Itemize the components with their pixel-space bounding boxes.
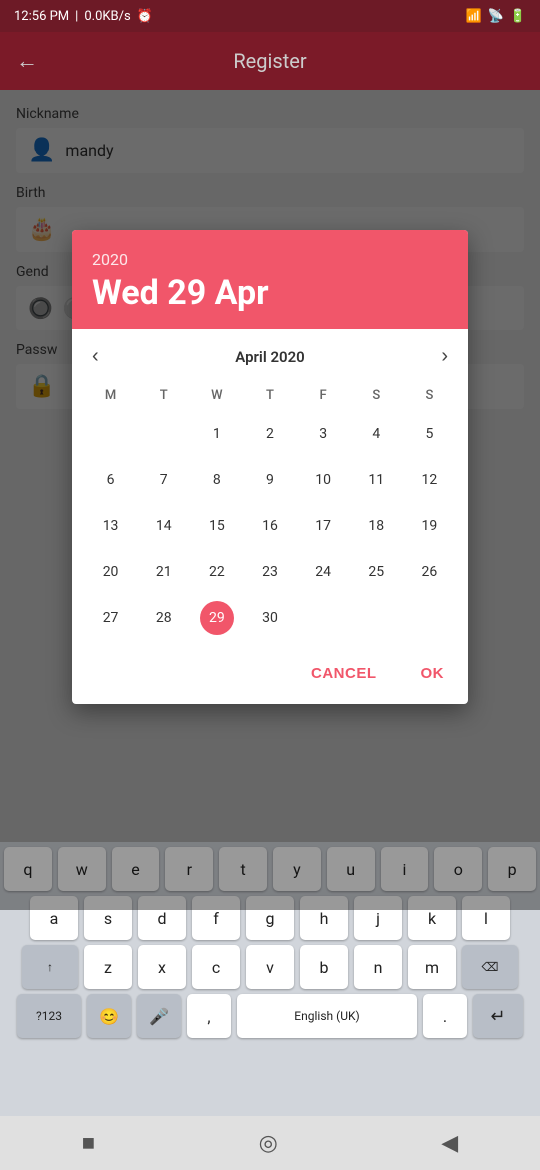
- month-year-label: April 2020: [235, 348, 304, 366]
- calendar-day[interactable]: 30: [243, 595, 296, 641]
- nav-bar: ■ ◎ ◀: [0, 1116, 540, 1170]
- calendar-body: ‹ April 2020 › MTWTFSS 12345678910111213…: [72, 329, 468, 649]
- wifi-icon: 📡: [488, 9, 504, 24]
- calendar-day[interactable]: 20: [84, 549, 137, 595]
- calendar-nav: ‹ April 2020 ›: [84, 341, 456, 372]
- day-header: F: [297, 384, 350, 411]
- key-mic[interactable]: 🎤: [137, 994, 181, 1038]
- day-header: T: [243, 384, 296, 411]
- calendar-day[interactable]: 26: [403, 549, 456, 595]
- cancel-button[interactable]: CANCEL: [299, 657, 389, 690]
- status-bar: 12:56 PM | 0.0KB/s ⏰ 📶 📡 🔋: [0, 0, 540, 32]
- key-m[interactable]: m: [408, 945, 456, 989]
- calendar-day[interactable]: 17: [297, 503, 350, 549]
- signal-icon: 📶: [465, 9, 481, 24]
- prev-month-button[interactable]: ‹: [84, 341, 107, 372]
- day-header: S: [350, 384, 403, 411]
- battery-icon: 🔋: [510, 9, 526, 24]
- calendar-day[interactable]: 21: [137, 549, 190, 595]
- calendar-day[interactable]: 3: [297, 411, 350, 457]
- calendar-day: [350, 595, 403, 641]
- calendar-day[interactable]: 22: [190, 549, 243, 595]
- key-period[interactable]: .: [423, 994, 467, 1038]
- calendar-day[interactable]: 28: [137, 595, 190, 641]
- calendar-day[interactable]: 23: [243, 549, 296, 595]
- key-shift[interactable]: ↑: [22, 945, 78, 989]
- calendar-day[interactable]: 12: [403, 457, 456, 503]
- calendar-year: 2020: [92, 250, 448, 269]
- calendar-day[interactable]: 25: [350, 549, 403, 595]
- calendar-day[interactable]: 7: [137, 457, 190, 503]
- calendar-day[interactable]: 19: [403, 503, 456, 549]
- calendar-day[interactable]: 24: [297, 549, 350, 595]
- keyboard-row-4: ?123 😊 🎤 , English (UK) . ↵: [0, 989, 540, 1038]
- network-speed: 0.0KB/s: [84, 9, 130, 24]
- calendar-day[interactable]: 1: [190, 411, 243, 457]
- status-left: 12:56 PM | 0.0KB/s ⏰: [14, 9, 153, 24]
- calendar-day[interactable]: 14: [137, 503, 190, 549]
- calendar-day[interactable]: 4: [350, 411, 403, 457]
- calendar-day[interactable]: 8: [190, 457, 243, 503]
- calendar-day[interactable]: 15: [190, 503, 243, 549]
- home-button[interactable]: ◎: [259, 1131, 278, 1156]
- calendar-day[interactable]: 29: [190, 595, 243, 641]
- calendar-week-row: 13141516171819: [84, 503, 456, 549]
- calendar-week-row: 27282930: [84, 595, 456, 641]
- keyboard-row-3: ↑ z x c v b n m ⌫: [0, 940, 540, 989]
- calendar-header: 2020 Wed 29 Apr: [72, 230, 468, 329]
- back-nav-button[interactable]: ◀: [441, 1131, 458, 1156]
- key-v[interactable]: v: [246, 945, 294, 989]
- calendar-day[interactable]: 6: [84, 457, 137, 503]
- back-button[interactable]: ←: [16, 48, 38, 74]
- calendar-day[interactable]: 13: [84, 503, 137, 549]
- day-header: S: [403, 384, 456, 411]
- calendar-day[interactable]: 2: [243, 411, 296, 457]
- calendar-actions: CANCEL OK: [72, 649, 468, 704]
- key-backspace[interactable]: ⌫: [462, 945, 518, 989]
- status-right: 📶 📡 🔋: [465, 9, 526, 24]
- alarm-icon: ⏰: [137, 9, 153, 24]
- date-picker-dialog: 2020 Wed 29 Apr ‹ April 2020 › MTWTFSS 1…: [72, 230, 468, 704]
- key-z[interactable]: z: [84, 945, 132, 989]
- key-space[interactable]: English (UK): [237, 994, 417, 1038]
- key-c[interactable]: c: [192, 945, 240, 989]
- calendar-day[interactable]: 10: [297, 457, 350, 503]
- calendar-day: [84, 411, 137, 457]
- calendar-day: [403, 595, 456, 641]
- day-header: M: [84, 384, 137, 411]
- calendar-day[interactable]: 27: [84, 595, 137, 641]
- calendar-day[interactable]: 16: [243, 503, 296, 549]
- day-header-row: MTWTFSS: [84, 384, 456, 411]
- day-header: W: [190, 384, 243, 411]
- calendar-selected-date: Wed 29 Apr: [92, 273, 448, 313]
- calendar-week-row: 6789101112: [84, 457, 456, 503]
- calendar-day[interactable]: 18: [350, 503, 403, 549]
- calendar-day[interactable]: 11: [350, 457, 403, 503]
- stop-button[interactable]: ■: [82, 1130, 95, 1156]
- app-bar: ← Register: [0, 32, 540, 90]
- calendar-week-row: 12345: [84, 411, 456, 457]
- key-comma[interactable]: ,: [187, 994, 231, 1038]
- next-month-button[interactable]: ›: [433, 341, 456, 372]
- ok-button[interactable]: OK: [409, 657, 457, 690]
- day-header: T: [137, 384, 190, 411]
- key-numbers[interactable]: ?123: [17, 994, 81, 1038]
- calendar-day: [297, 595, 350, 641]
- key-enter[interactable]: ↵: [473, 994, 523, 1038]
- calendar-grid: MTWTFSS 12345678910111213141516171819202…: [84, 384, 456, 641]
- calendar-day[interactable]: 9: [243, 457, 296, 503]
- time-label: 12:56 PM: [14, 9, 69, 24]
- key-n[interactable]: n: [354, 945, 402, 989]
- calendar-day: [137, 411, 190, 457]
- page-title: Register: [54, 49, 486, 73]
- separator: |: [75, 9, 78, 24]
- calendar-day[interactable]: 5: [403, 411, 456, 457]
- key-x[interactable]: x: [138, 945, 186, 989]
- calendar-week-row: 20212223242526: [84, 549, 456, 595]
- key-b[interactable]: b: [300, 945, 348, 989]
- key-emoji[interactable]: 😊: [87, 994, 131, 1038]
